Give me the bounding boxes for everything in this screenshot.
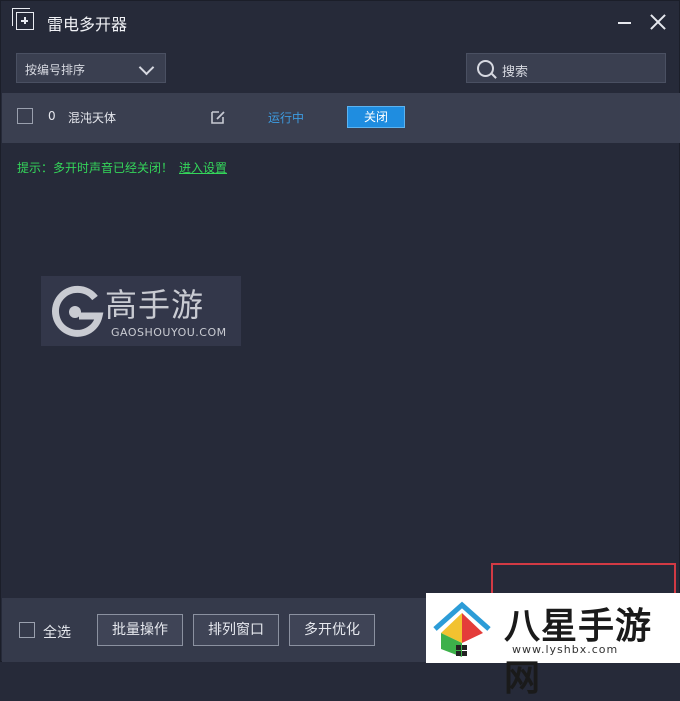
multi-open-optimize-button[interactable]: 多开优化 (289, 614, 375, 646)
search-input[interactable]: 搜索 (466, 53, 666, 83)
watermark-title: 高手游 (105, 286, 205, 324)
instance-name: 混沌天体 (68, 111, 117, 125)
watermark-logo: 高手游 GAOSHOUYOU.COM (41, 276, 241, 346)
lyshbx-url: www.lyshbx.com (512, 643, 619, 656)
instance-index: 0 (48, 109, 56, 123)
title-bar: 雷电多开器 (1, 1, 679, 43)
settings-link[interactable]: 进入设置 (179, 159, 227, 176)
sound-hint-text: 提示：多开时声音已经关闭！ (17, 161, 174, 175)
arrange-windows-button[interactable]: 排列窗口 (193, 614, 279, 646)
house-logo-icon (433, 601, 491, 657)
search-icon (477, 60, 494, 77)
minimize-button[interactable] (615, 13, 635, 31)
sort-dropdown-label: 按编号排序 (25, 63, 86, 77)
multi-instance-icon (12, 8, 34, 30)
gaoshouyou-logo-icon (52, 285, 104, 337)
batch-operation-button[interactable]: 批量操作 (97, 614, 183, 646)
edit-icon[interactable] (210, 109, 226, 125)
search-placeholder: 搜索 (502, 65, 529, 80)
close-instance-button[interactable]: 关闭 (347, 106, 405, 128)
watermark-url: GAOSHOUYOU.COM (111, 326, 227, 339)
instance-row: 0 混沌天体 运行中 关闭 (2, 93, 680, 143)
instance-status: 运行中 (268, 111, 305, 125)
close-window-button[interactable] (647, 11, 669, 33)
sort-dropdown[interactable]: 按编号排序 (16, 53, 166, 83)
select-all-checkbox[interactable] (19, 622, 35, 638)
window-title: 雷电多开器 (47, 15, 128, 34)
select-all-label: 全选 (43, 625, 71, 641)
instance-checkbox[interactable] (17, 108, 33, 124)
app-window: 雷电多开器 按编号排序 搜索 0 混沌天体 运行中 关闭 提示：多开时声音已经关… (0, 0, 680, 699)
chevron-down-icon (138, 59, 155, 76)
lyshbx-logo: 八星手游网 www.lyshbx.com (426, 593, 680, 699)
